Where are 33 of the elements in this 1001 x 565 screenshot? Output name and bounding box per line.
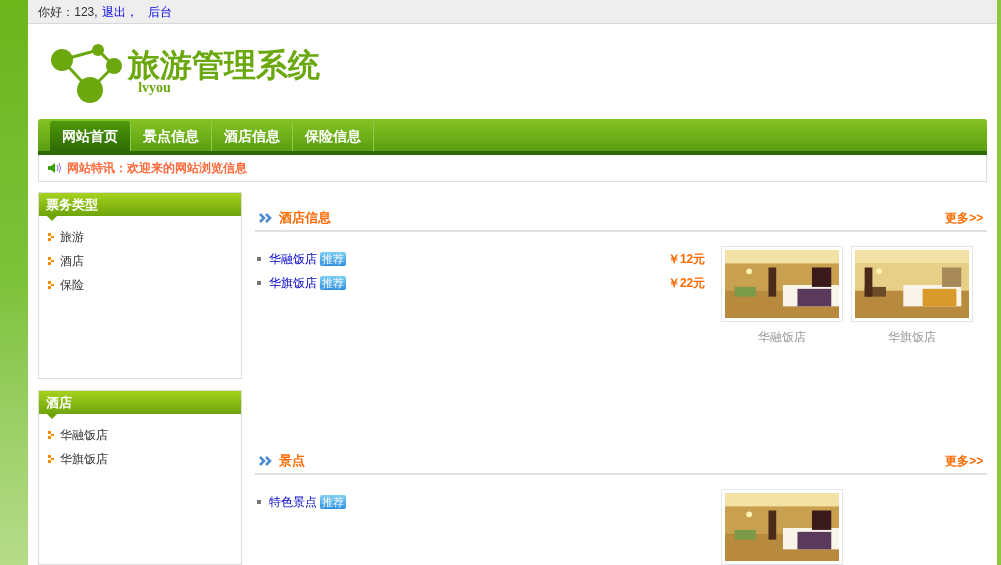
notice-text: 网站特讯：欢迎来的网站浏览信息	[67, 160, 248, 177]
item-link[interactable]: 华融饭店	[269, 250, 318, 268]
section-title: 酒店信息	[279, 209, 332, 228]
speaker-icon	[47, 162, 62, 174]
photo-caption: 华融饭店	[758, 329, 807, 346]
sidebar-link[interactable]: 华融饭店	[60, 426, 109, 444]
bullet-icon	[48, 281, 55, 289]
bullet-icon	[48, 431, 55, 439]
double-chevron-icon	[259, 213, 274, 223]
recommend-badge: 推荐	[320, 252, 347, 266]
item-link[interactable]: 华旗饭店	[269, 274, 318, 292]
price: ￥12元	[667, 251, 706, 268]
sidebar-link[interactable]: 华旗饭店	[60, 450, 109, 468]
logo-title: 旅游管理系统	[128, 48, 321, 81]
greeting: 你好：123,	[38, 3, 98, 21]
recommend-badge: 推荐	[320, 495, 347, 509]
sidebar-link[interactable]: 酒店	[60, 252, 85, 270]
panel-title: 票务类型	[46, 195, 99, 214]
header-link[interactable]: 退出，	[101, 2, 138, 21]
bullet-icon	[48, 233, 55, 241]
panel-title: 酒店	[46, 393, 73, 412]
header-link[interactable]: 后台	[147, 2, 172, 21]
recommend-badge: 推荐	[320, 276, 347, 290]
bullet-icon	[48, 257, 55, 265]
bullet-icon	[48, 455, 55, 463]
price: ￥22元	[667, 275, 706, 292]
sidebar-link[interactable]: 保险	[60, 276, 85, 294]
section-title: 景点	[279, 452, 306, 471]
nav-tab[interactable]: 网站首页	[50, 121, 132, 151]
photo-caption: 华旗饭店	[888, 329, 937, 346]
item-link[interactable]: 特色景点	[269, 493, 318, 511]
sidebar-link[interactable]: 旅游	[60, 228, 85, 246]
double-chevron-icon	[259, 456, 274, 466]
